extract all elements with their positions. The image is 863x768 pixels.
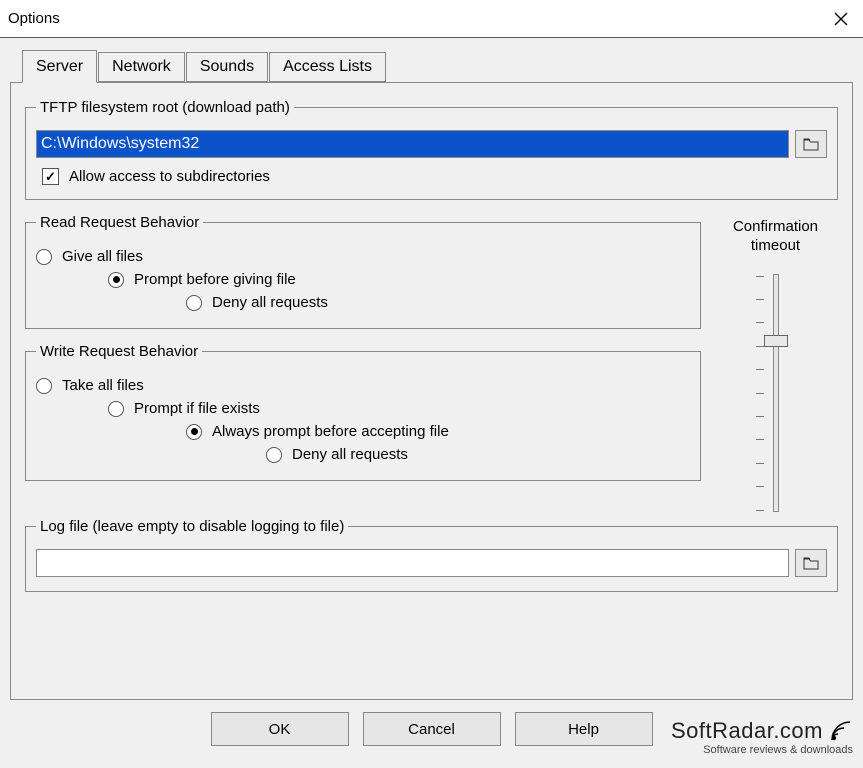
slider-tick [756, 346, 764, 347]
slider-thumb[interactable] [764, 335, 788, 347]
client-area: Server Network Sounds Access Lists TFTP … [0, 38, 863, 768]
group-log-legend: Log file (leave empty to disable logging… [36, 518, 348, 535]
write-radio-take-all[interactable] [36, 378, 52, 394]
read-give-all-label: Give all files [62, 248, 143, 265]
browse-root-button[interactable] [795, 130, 827, 158]
tab-network[interactable]: Network [98, 52, 185, 82]
slider-tick [756, 510, 764, 511]
write-radio-always-prompt[interactable] [186, 424, 202, 440]
write-radio-prompt-exists[interactable] [108, 401, 124, 417]
write-take-all-label: Take all files [62, 377, 144, 394]
folder-icon [803, 556, 819, 570]
write-deny-label: Deny all requests [292, 446, 408, 463]
tab-sounds[interactable]: Sounds [186, 52, 268, 82]
folder-icon [803, 137, 819, 151]
subdirs-label: Allow access to subdirectories [69, 168, 270, 185]
close-button[interactable] [818, 0, 863, 38]
dialog-button-bar: OK Cancel Help [10, 700, 853, 758]
titlebar: Options [0, 0, 863, 38]
tab-panel-server: TFTP filesystem root (download path) C:\… [10, 82, 853, 700]
read-radio-prompt[interactable] [108, 272, 124, 288]
slider-tick [756, 439, 764, 440]
slider-tick [756, 322, 764, 323]
group-root-legend: TFTP filesystem root (download path) [36, 99, 294, 116]
window-title: Options [8, 10, 818, 27]
subdirs-checkbox[interactable] [42, 168, 59, 185]
tab-server[interactable]: Server [22, 50, 97, 83]
close-icon [834, 12, 848, 26]
group-read: Read Request Behavior Give all files Pro… [25, 214, 701, 329]
group-log: Log file (leave empty to disable logging… [25, 518, 838, 592]
read-radio-deny[interactable] [186, 295, 202, 311]
help-button[interactable]: Help [515, 712, 653, 746]
root-path-value: C:\Windows\system32 [37, 131, 788, 157]
slider-tick [756, 463, 764, 464]
root-path-input[interactable]: C:\Windows\system32 [36, 130, 789, 158]
group-root: TFTP filesystem root (download path) C:\… [25, 99, 838, 200]
slider-track [773, 274, 779, 512]
group-write-legend: Write Request Behavior [36, 343, 202, 360]
confirmation-timeout-label: Confirmation timeout [713, 218, 838, 256]
confirmation-timeout-panel: Confirmation timeout [713, 214, 838, 518]
read-radio-give-all[interactable] [36, 249, 52, 265]
browse-log-button[interactable] [795, 549, 827, 577]
slider-tick [756, 393, 764, 394]
slider-tick [756, 299, 764, 300]
slider-tick [756, 486, 764, 487]
write-radio-deny[interactable] [266, 447, 282, 463]
group-read-legend: Read Request Behavior [36, 214, 203, 231]
slider-tick [756, 416, 764, 417]
write-prompt-exists-label: Prompt if file exists [134, 400, 260, 417]
slider-tick [756, 369, 764, 370]
cancel-button[interactable]: Cancel [363, 712, 501, 746]
read-prompt-label: Prompt before giving file [134, 271, 296, 288]
read-deny-label: Deny all requests [212, 294, 328, 311]
log-file-value [37, 550, 788, 576]
log-file-input[interactable] [36, 549, 789, 577]
write-always-prompt-label: Always prompt before accepting file [212, 423, 449, 440]
options-dialog: Options Server Network Sounds Access Lis… [0, 0, 863, 768]
ok-button[interactable]: OK [211, 712, 349, 746]
tab-access-lists[interactable]: Access Lists [269, 52, 386, 82]
confirmation-timeout-slider[interactable] [756, 268, 796, 518]
group-write: Write Request Behavior Take all files Pr… [25, 343, 701, 481]
tab-strip: Server Network Sounds Access Lists [22, 50, 853, 82]
slider-tick [756, 276, 764, 277]
